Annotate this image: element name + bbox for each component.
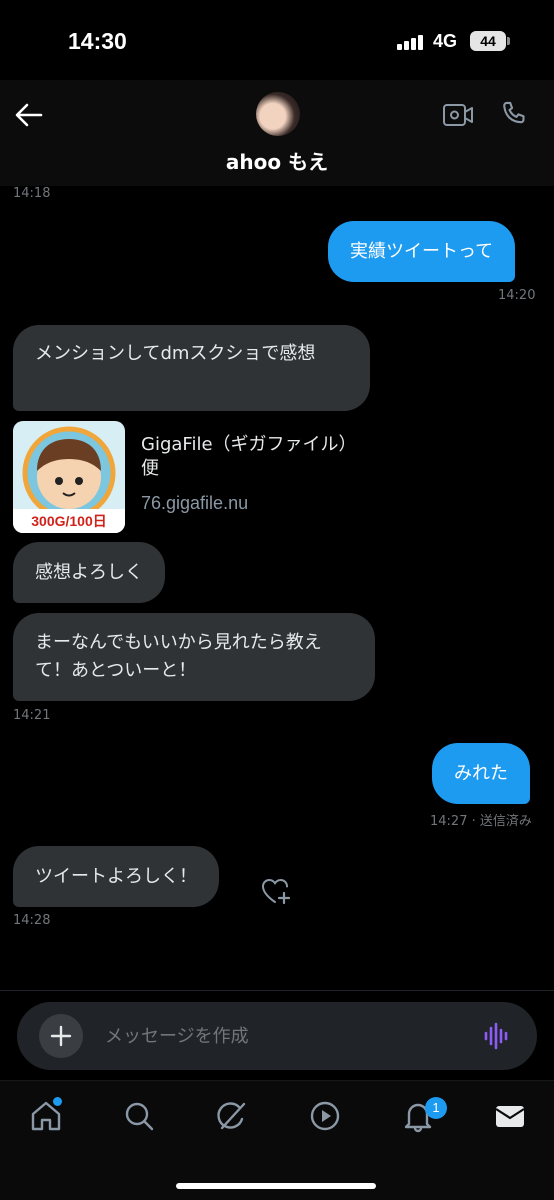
- battery-icon: 44: [470, 31, 506, 51]
- message-bubble-incoming[interactable]: メンションしてdmスクショで感想: [13, 325, 370, 411]
- add-attachment-button[interactable]: [39, 1014, 83, 1058]
- video-call-icon: [443, 104, 473, 126]
- message-input[interactable]: [105, 1022, 435, 1050]
- play-icon: [310, 1101, 340, 1131]
- avatar[interactable]: [256, 92, 300, 136]
- message-composer: [17, 1002, 537, 1070]
- divider: [0, 990, 554, 991]
- heart-add-icon: [261, 878, 291, 905]
- network-type: 4G: [433, 31, 458, 51]
- link-domain[interactable]: 76.gigafile.nu: [141, 493, 248, 514]
- message-bubble-incoming[interactable]: ツイートよろしく！: [13, 846, 219, 907]
- phone-icon: [503, 101, 525, 124]
- back-arrow-icon: [15, 103, 43, 127]
- search-icon: [125, 1102, 154, 1131]
- voice-message-button[interactable]: [483, 1022, 511, 1050]
- status-time: 14:30: [68, 28, 127, 54]
- message-timestamp: 14:28: [13, 913, 51, 928]
- tab-search[interactable]: [122, 1099, 156, 1133]
- status-bar: 14:30 4G 44: [0, 0, 554, 80]
- message-bubble-outgoing[interactable]: 実績ツイートって: [328, 221, 516, 282]
- tab-grok[interactable]: [215, 1099, 249, 1133]
- message-timestamp: 14:18: [13, 186, 51, 201]
- voice-wave-icon: [484, 1022, 508, 1050]
- thumbnail-banner: 300G/100日: [13, 509, 125, 533]
- chat-header: ahoo もえ: [0, 80, 554, 186]
- link-title[interactable]: GigaFile（ギガファイル）便: [141, 433, 373, 481]
- home-indicator: [176, 1183, 376, 1189]
- link-preview-card[interactable]: 300G/100日 GigaFile（ギガファイル）便 76.gigafile.…: [13, 421, 373, 535]
- link-thumbnail: 300G/100日: [13, 421, 125, 533]
- grok-icon: [217, 1102, 246, 1130]
- message-timestamp: 14:20: [498, 288, 536, 303]
- message-timestamp: 14:27 · 送信済み: [430, 814, 532, 829]
- tab-video[interactable]: [308, 1099, 342, 1133]
- message-bubble-incoming[interactable]: 感想よろしく: [13, 542, 165, 603]
- home-badge-dot: [53, 1097, 62, 1106]
- notification-badge: 1: [425, 1097, 447, 1119]
- tab-messages[interactable]: [493, 1099, 527, 1133]
- react-button[interactable]: [260, 876, 292, 906]
- message-bubble-incoming[interactable]: まーなんでもいいから見れたら教えて！あとついーと！: [13, 613, 375, 701]
- message-timestamp: 14:21: [13, 708, 51, 723]
- call-button[interactable]: [499, 100, 527, 128]
- mail-icon: [495, 1106, 525, 1127]
- battery-cap: [507, 37, 510, 45]
- contact-name[interactable]: ahoo もえ: [0, 146, 554, 175]
- bottom-tab-bar: 1: [0, 1080, 554, 1200]
- video-call-button[interactable]: [442, 102, 474, 128]
- plus-icon: [50, 1025, 72, 1047]
- signal-icon: [397, 34, 427, 50]
- message-bubble-outgoing[interactable]: みれた: [432, 743, 530, 804]
- back-button[interactable]: [14, 102, 44, 128]
